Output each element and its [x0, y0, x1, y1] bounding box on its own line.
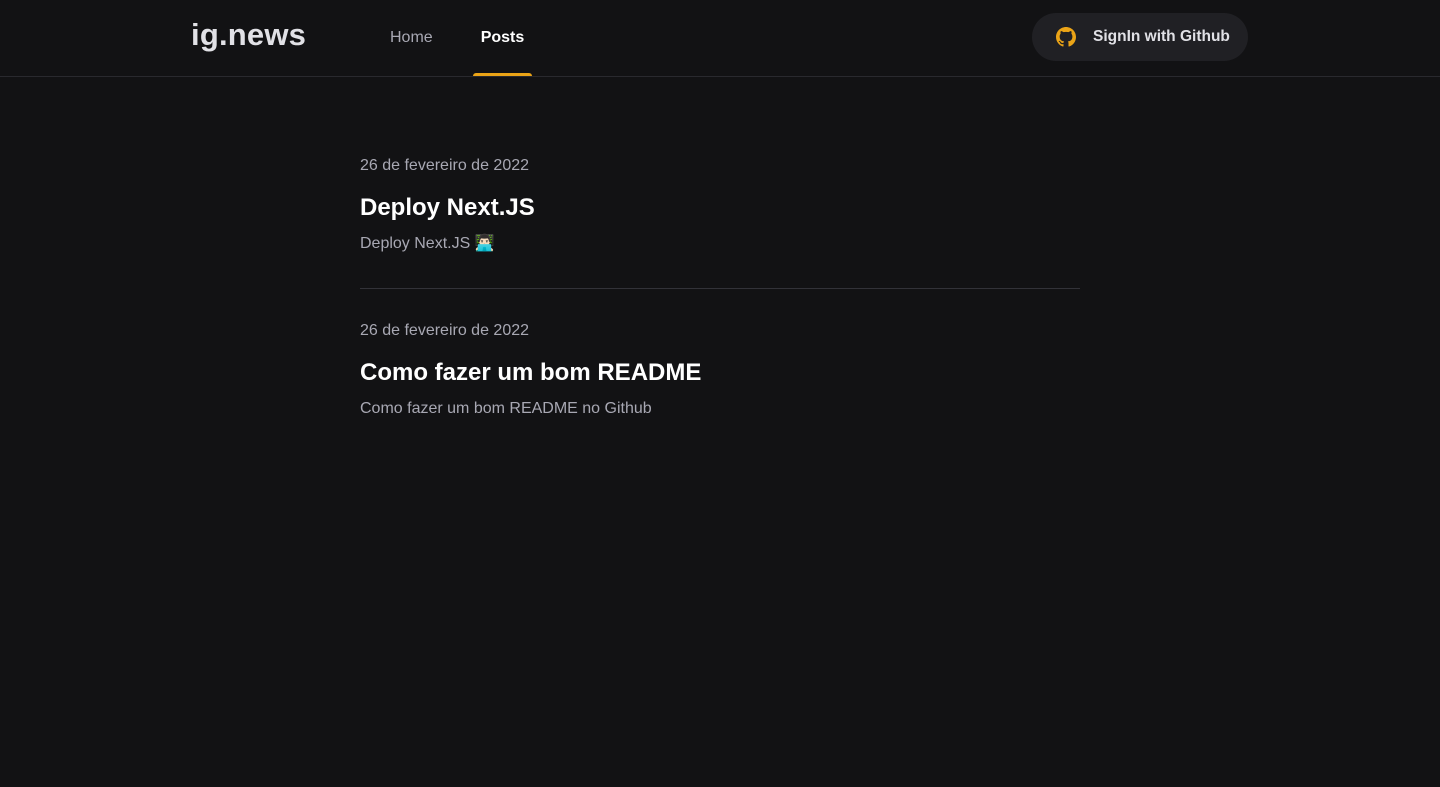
post-title: Deploy Next.JS: [360, 194, 535, 221]
site-logo[interactable]: ig.news: [191, 17, 306, 53]
github-icon: [1056, 27, 1076, 47]
post-item[interactable]: 26 de fevereiro de 2022 Como fazer um bo…: [360, 288, 1080, 453]
nav-link-posts[interactable]: Posts: [472, 0, 532, 76]
post-excerpt: Deploy Next.JS 👨🏻‍💻: [360, 235, 495, 252]
posts-list: 26 de fevereiro de 2022 Deploy Next.JS D…: [360, 124, 1080, 453]
post-title: Como fazer um bom README: [360, 359, 702, 386]
main-nav: Home Posts: [390, 0, 532, 76]
post-item[interactable]: 26 de fevereiro de 2022 Deploy Next.JS D…: [360, 124, 1080, 288]
nav-link-home[interactable]: Home: [390, 0, 433, 76]
post-date: 26 de fevereiro de 2022: [360, 157, 530, 174]
signin-label: SignIn with Github: [1093, 28, 1230, 45]
post-excerpt: Como fazer um bom README no Github: [360, 400, 652, 417]
site-header: ig.news Home Posts SignIn with Github: [0, 0, 1440, 77]
post-date: 26 de fevereiro de 2022: [360, 322, 530, 339]
signin-github-button[interactable]: SignIn with Github: [1032, 13, 1248, 61]
